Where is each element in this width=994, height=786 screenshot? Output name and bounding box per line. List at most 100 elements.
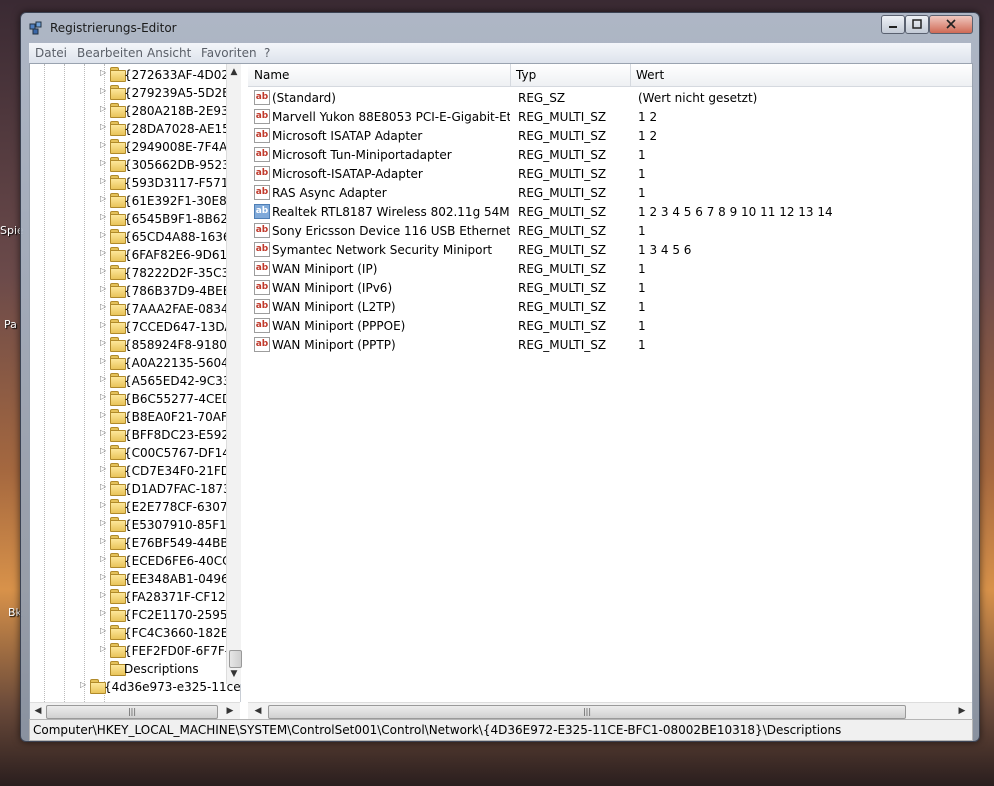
value-row[interactable]: ab Sony Ericsson Device 116 USB Ethernet … [248,221,972,240]
expand-arrow-icon[interactable]: ▷ [100,519,108,527]
value-row[interactable]: ab Microsoft ISATAP Adapter REG_MULTI_SZ 1 … [248,126,972,145]
scroll-right-icon[interactable]: ▶ [224,705,236,717]
value-data: 1 2 [638,129,658,143]
expand-arrow-icon[interactable]: ▷ [100,267,108,275]
tree-item-label: {28DA7028-AE15- [124,122,235,136]
window-title: Registrierungs-Editor [50,21,177,35]
scroll-right-icon[interactable]: ▶ [956,705,968,717]
string-value-icon: ab [254,185,270,200]
value-row[interactable]: ab Symantec Network Security Miniport REG_… [248,240,972,259]
expand-arrow-icon[interactable]: ▷ [100,303,108,311]
string-value-icon: ab [254,337,270,352]
value-row[interactable]: ab WAN Miniport (L2TP) REG_MULTI_SZ 1 [248,297,972,316]
expand-arrow-icon[interactable]: ▷ [80,681,88,689]
column-header-name[interactable]: Name [254,68,289,82]
value-name: Symantec Network Security Miniport [272,243,493,257]
expand-arrow-icon[interactable]: ▷ [100,609,108,617]
tree-horizontal-scrollbar[interactable]: ◀ ||| ▶ [30,702,240,720]
tree-item-label: {2949008E-7F4A- [124,140,232,154]
minimize-button[interactable] [881,15,905,34]
value-row[interactable]: abRealtek RTL8187 Wireless 802.11g 54Mbp… [248,202,972,221]
expand-arrow-icon[interactable]: ▷ [100,375,108,383]
menu-datei[interactable]: Datei [35,46,67,60]
tree-item-label: {7AAA2FAE-0834 [124,302,229,316]
tree-scroll-thumb[interactable] [229,650,242,668]
expand-arrow-icon[interactable]: ▷ [100,501,108,509]
column-header-value[interactable]: Wert [636,68,664,82]
expand-arrow-icon[interactable]: ▷ [100,429,108,437]
menu-favoriten[interactable]: Favoriten [201,46,257,60]
expand-arrow-icon[interactable]: ▷ [100,393,108,401]
column-separator[interactable] [510,64,511,86]
expand-arrow-icon[interactable]: ▷ [100,627,108,635]
scroll-down-icon[interactable]: ▼ [228,668,240,680]
value-row[interactable]: ab WAN Miniport (IP) REG_MULTI_SZ 1 [248,259,972,278]
expand-arrow-icon[interactable]: ▷ [100,159,108,167]
scroll-up-icon[interactable]: ▲ [228,66,240,78]
expand-arrow-icon[interactable]: ▷ [100,231,108,239]
value-type: REG_MULTI_SZ [518,205,607,219]
expand-arrow-icon[interactable]: ▷ [100,357,108,365]
value-name: WAN Miniport (L2TP) [272,300,396,314]
expand-arrow-icon[interactable]: ▷ [100,321,108,329]
value-name: RAS Async Adapter [272,186,387,200]
menu-help[interactable]: ? [264,46,270,60]
tree-item-label: {B6C55277-4CED- [124,392,236,406]
menu-ansicht[interactable]: Ansicht [147,46,191,60]
desktop-icon-label[interactable]: Pa [4,318,17,331]
value-row[interactable]: ab WAN Miniport (PPTP) REG_MULTI_SZ 1 [248,335,972,354]
expand-arrow-icon[interactable]: ▷ [100,591,108,599]
value-row[interactable]: ab Microsoft Tun-Miniportadapter REG_MULTI… [248,145,972,164]
tree-hscroll-thumb[interactable]: ||| [46,705,218,719]
expand-arrow-icon[interactable]: ▷ [100,123,108,131]
tree-vertical-scrollbar[interactable]: ▲ ▼ [226,64,242,684]
scroll-left-icon[interactable]: ◀ [252,705,264,717]
close-button[interactable] [929,15,973,34]
tree-item-label: Descriptions [124,662,199,676]
expand-arrow-icon[interactable]: ▷ [100,87,108,95]
value-type: REG_MULTI_SZ [518,319,607,333]
key-tree[interactable]: ▷ {272633AF-4D02- ▷ {279239A5-5D2E- ▷ {280A21… [30,64,241,702]
value-row[interactable]: ab WAN Miniport (IPv6) REG_MULTI_SZ 1 [248,278,972,297]
expand-arrow-icon[interactable]: ▷ [100,645,108,653]
value-data: 1 [638,262,646,276]
value-row[interactable]: ab Microsoft-ISATAP-Adapter REG_MULTI_SZ 1 [248,164,972,183]
list-hscroll-thumb[interactable]: ||| [268,705,906,719]
expand-arrow-icon[interactable]: ▷ [100,177,108,185]
value-row[interactable]: ab RAS Async Adapter REG_MULTI_SZ 1 [248,183,972,202]
expand-arrow-icon[interactable]: ▷ [100,573,108,581]
string-value-icon: ab [254,223,270,238]
expand-arrow-icon[interactable]: ▷ [100,249,108,257]
expand-arrow-icon[interactable]: ▷ [100,69,108,77]
column-header-type[interactable]: Typ [516,68,536,82]
expand-arrow-icon[interactable]: ▷ [100,465,108,473]
value-name: Microsoft Tun-Miniportadapter [272,148,452,162]
expand-arrow-icon[interactable]: ▷ [100,195,108,203]
maximize-button[interactable] [905,15,929,34]
expand-arrow-icon[interactable]: ▷ [100,105,108,113]
expand-arrow-icon[interactable]: ▷ [100,537,108,545]
value-type: REG_MULTI_SZ [518,243,607,257]
column-separator[interactable] [630,64,631,86]
expand-arrow-icon[interactable]: ▷ [100,411,108,419]
expand-arrow-icon[interactable]: ▷ [100,555,108,563]
value-row[interactable]: ab Marvell Yukon 88E8053 PCI-E-Gigabit-Et… [248,107,972,126]
value-row[interactable]: ab (Standard) REG_SZ (Wert nicht gesetzt) [248,88,972,107]
title-bar[interactable]: Registrierungs-Editor [21,13,979,43]
value-row[interactable]: ab WAN Miniport (PPPOE) REG_MULTI_SZ 1 [248,316,972,335]
minimize-icon [889,26,897,28]
expand-arrow-icon[interactable]: ▷ [100,141,108,149]
scroll-left-icon[interactable]: ◀ [32,705,44,717]
menu-bearbeiten[interactable]: Bearbeiten [77,46,143,60]
tree-item-label: {272633AF-4D02- [124,68,234,82]
list-horizontal-scrollbar[interactable]: ◀ ||| ▶ [248,702,972,720]
expand-arrow-icon[interactable]: ▷ [100,483,108,491]
value-type: REG_MULTI_SZ [518,338,607,352]
expand-arrow-icon[interactable]: ▷ [100,447,108,455]
expand-arrow-icon[interactable]: ▷ [100,285,108,293]
tree-item-label: {FA28371F-CF12- [124,590,230,604]
expand-arrow-icon[interactable]: ▷ [100,213,108,221]
tree-item-label: {61E392F1-30E8- [124,194,232,208]
value-name: (Standard) [272,91,336,105]
expand-arrow-icon[interactable]: ▷ [100,339,108,347]
